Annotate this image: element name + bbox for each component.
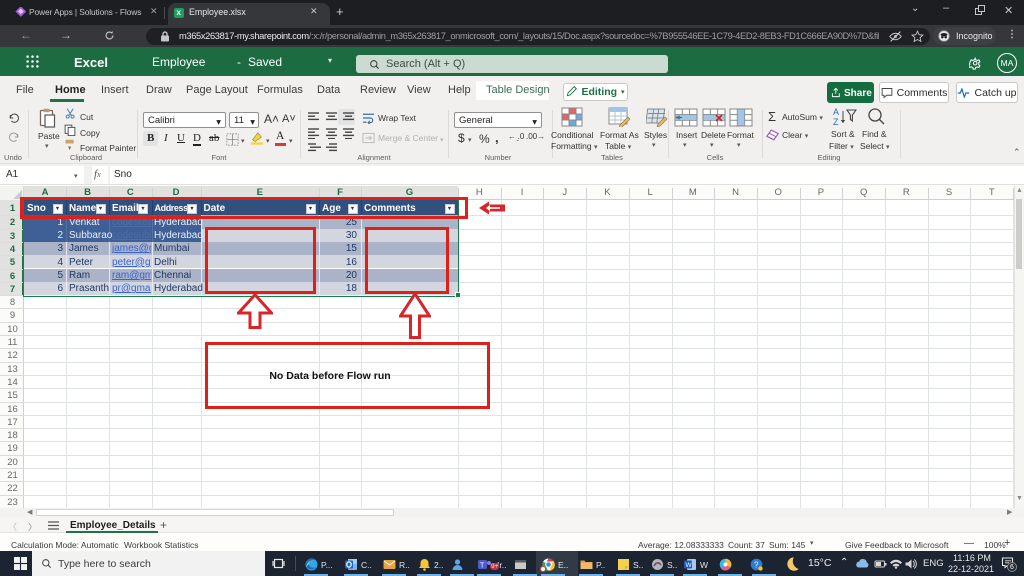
svg-text:W: W (686, 562, 693, 569)
svg-text:A: A (833, 107, 839, 117)
svg-text:?: ? (754, 561, 759, 570)
svg-text:Z: Z (833, 117, 839, 127)
svg-text:T: T (480, 563, 485, 570)
